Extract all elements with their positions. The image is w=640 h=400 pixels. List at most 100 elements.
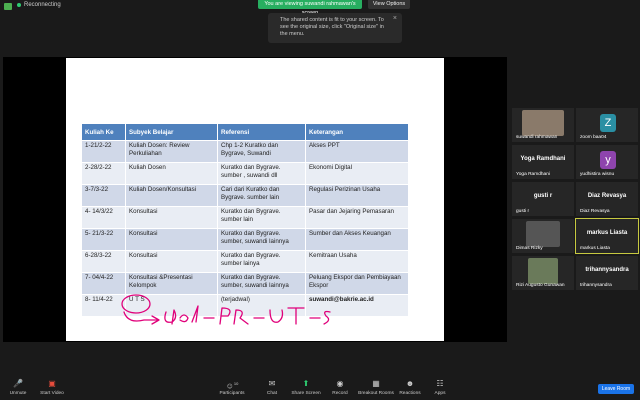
participant-label: Diaz Revasya	[587, 193, 627, 199]
table-row: 2-28/2-22 Kuliah Dosen Kuratko dan Bygra…	[81, 162, 409, 185]
table-row: 4- 14/3/22 Konsultasi Kuratko dan Bygrav…	[81, 206, 409, 229]
cell: 6-28/3-22	[81, 250, 126, 273]
participant-name: Diaz Revasya	[580, 209, 610, 214]
cell: 1-21/2-22	[81, 140, 126, 163]
table-header-row: Kuliah Ke Subyek Belajar Referensi Keter…	[81, 123, 409, 141]
cell: 5- 21/3-22	[81, 228, 126, 251]
participant-tile[interactable]: Dimas Rizky	[512, 219, 574, 253]
cell: Konsultasi	[125, 228, 218, 251]
handwritten-annotation-drawing	[121, 294, 331, 325]
connection-status: Reconnecting	[17, 2, 61, 8]
cell: Akses PPT	[305, 140, 409, 163]
cell: Kemitraan Usaha	[305, 250, 409, 273]
cell: Konsultasi	[125, 250, 218, 273]
table-row: 5- 21/3-22 Konsultasi Kuratko dan Bygrav…	[81, 228, 409, 251]
unmute-label: Unmute	[9, 391, 27, 396]
video-off-icon: ▣	[48, 379, 56, 388]
participant-tile[interactable]: y yudhistira wisnu	[576, 145, 638, 179]
view-options-button[interactable]: View Options	[368, 0, 410, 9]
fit-screen-tooltip: The shared content is fit to your screen…	[268, 13, 402, 43]
microphone-muted-icon: 🎤	[13, 379, 23, 388]
participants-icon: ☺10	[225, 381, 239, 391]
participant-tile[interactable]: Yoga Ramdhani Yoga Ramdhani	[512, 145, 574, 179]
unmute-button[interactable]: 🎤 Unmute	[0, 379, 36, 396]
cell: Pasar dan Jejaring Pemasaran	[305, 206, 409, 229]
participant-name: suwandi rahmawan	[516, 135, 558, 140]
meeting-toolbar: 🎤 Unmute ▣ Start Video ☺10 Participants …	[0, 377, 640, 400]
participant-name: gusti r	[516, 209, 530, 214]
participant-name: Yoga Ramdhani	[516, 172, 550, 177]
cell: Cari dari Kuratko dan Bygrave. sumber la…	[217, 184, 306, 207]
participant-tile[interactable]: suwandi rahmawan	[512, 108, 574, 142]
avatar: y	[600, 151, 616, 169]
participant-label: trihannysandra	[585, 267, 629, 273]
chat-button[interactable]: ✉ Chat	[254, 379, 290, 396]
participant-name: zoom baa04	[580, 135, 607, 140]
participant-label: gusti r	[533, 193, 553, 199]
apps-icon: ☷	[436, 379, 444, 388]
cell: 4- 14/3/22	[81, 206, 126, 229]
cell: Sumber dan Akses Keuangan	[305, 228, 409, 251]
cell: Kuratko dan Bygrave. sumber lain	[217, 206, 306, 229]
security-icon[interactable]	[4, 3, 12, 10]
participant-tile[interactable]: Diaz Revasya Diaz Revasya	[576, 182, 638, 216]
video-feed	[528, 258, 558, 284]
share-screen-button[interactable]: ⬆ Share Screen	[288, 379, 324, 396]
tooltip-text: The shared content is fit to your screen…	[280, 17, 384, 37]
status-dot-icon	[17, 3, 21, 7]
participant-tile[interactable]: gusti r gusti r	[512, 182, 574, 216]
reactions-label: Reactions	[399, 391, 421, 396]
header-referensi: Referensi	[217, 123, 306, 141]
leave-room-button[interactable]: Leave Room	[598, 384, 634, 394]
participant-name: markus Liasta	[580, 246, 610, 251]
video-feed	[526, 221, 560, 247]
participants-count: 10	[233, 381, 239, 386]
record-label: Record	[332, 391, 348, 396]
close-icon[interactable]: ×	[393, 15, 397, 22]
cell: Kuliah Dosen	[125, 162, 218, 185]
participant-tile[interactable]: Z zoom baa04	[576, 108, 638, 142]
record-button[interactable]: ◉ Record	[322, 379, 358, 396]
participants-button[interactable]: ☺10 Participants	[214, 379, 250, 396]
participant-label: markus Liasta	[586, 230, 628, 236]
participant-name: Dimas Rizky	[516, 246, 543, 251]
cell: 3-7/3-22	[81, 184, 126, 207]
participant-name: yudhistira wisnu	[580, 172, 615, 177]
top-bar: Reconnecting You are viewing suwandi rah…	[0, 0, 640, 16]
avatar: Z	[600, 114, 616, 132]
header-kuliah-ke: Kuliah Ke	[81, 123, 126, 141]
connection-status-text: Reconnecting	[24, 2, 61, 8]
schedule-table: Kuliah Ke Subyek Belajar Referensi Keter…	[81, 123, 409, 317]
participant-tile[interactable]: Rizi Augusto Gunawan	[512, 256, 574, 290]
breakout-rooms-label: Breakout Rooms	[358, 391, 394, 396]
chat-label: Chat	[266, 391, 278, 396]
participant-name: Rizi Augusto Gunawan	[516, 283, 565, 288]
cell: Kuliah Dosen/Konsultasi	[125, 184, 218, 207]
record-icon: ◉	[336, 379, 344, 388]
breakout-rooms-icon: ▦	[372, 379, 380, 388]
participant-tile-active-speaker[interactable]: markus Liasta markus Liasta	[575, 218, 639, 254]
cell: Kuratko dan Bygrave. sumber, suwandi lai…	[217, 228, 306, 251]
header-subyek-belajar: Subyek Belajar	[125, 123, 218, 141]
participant-tile[interactable]: trihannysandra trihannysandra	[576, 256, 638, 290]
cell: Kuratko dan Bygrave. sumber lainya	[217, 250, 306, 273]
cell: Konsultasi	[125, 206, 218, 229]
share-screen-icon: ⬆	[302, 379, 310, 388]
header-keterangan: Keterangan	[305, 123, 409, 141]
start-video-label: Start Video	[40, 391, 64, 396]
apps-label: Apps	[434, 391, 446, 396]
cell: Ekonomi Digital	[305, 162, 409, 185]
start-video-button[interactable]: ▣ Start Video	[34, 379, 70, 396]
apps-button[interactable]: ☷ Apps	[422, 379, 458, 396]
share-screen-label: Share Screen	[291, 391, 321, 396]
cell: Kuratko dan Bygrave. sumber , suwandi dl…	[217, 162, 306, 185]
chat-icon: ✉	[268, 379, 276, 388]
participants-label: Participants	[219, 391, 245, 396]
participant-name: trihannysandra	[580, 283, 612, 288]
table-row: 6-28/3-22 Konsultasi Kuratko dan Bygrave…	[81, 250, 409, 273]
cell: Regulasi Perizinan Usaha	[305, 184, 409, 207]
breakout-rooms-button[interactable]: ▦ Breakout Rooms	[356, 379, 396, 396]
participant-label: Yoga Ramdhani	[520, 156, 566, 162]
video-feed	[522, 110, 564, 136]
viewing-banner: You are viewing suwandi rahmawan's scree…	[258, 0, 362, 16]
